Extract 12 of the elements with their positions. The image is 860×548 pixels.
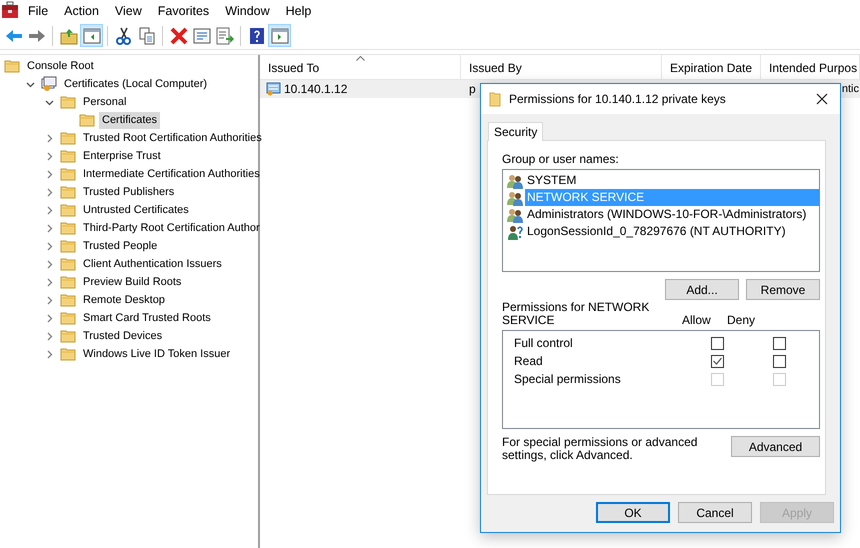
table-cell: ntic: [842, 83, 859, 95]
help-text: For special permissions or advanced settings, click Advanced.: [502, 436, 698, 462]
column-label: Allow: [682, 313, 712, 327]
column-label: Deny: [727, 313, 756, 327]
permission-name: Special permissions: [514, 372, 622, 386]
permission-name: Read: [514, 354, 544, 368]
permission-name: Full control: [514, 336, 574, 350]
dialog-title: Permissions for 10.140.1.12 private keys: [509, 92, 727, 106]
section-label: Group or user names:: [502, 152, 620, 166]
section-label: Permissions for NETWORK SERVICE: [502, 301, 650, 327]
table-cell: 10.140.1.12: [284, 82, 348, 96]
table-cell: p: [469, 82, 476, 96]
